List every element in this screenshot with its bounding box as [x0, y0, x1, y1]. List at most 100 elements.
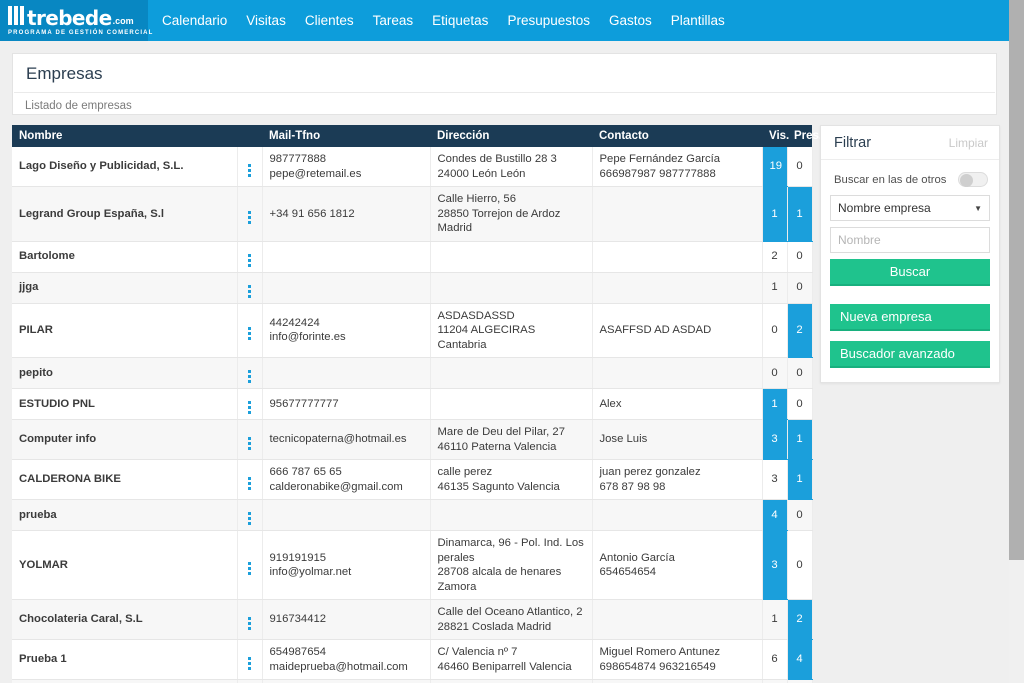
kebab-menu-icon[interactable] — [248, 163, 251, 177]
row-vis-count[interactable]: 19 — [762, 147, 788, 187]
row-vis-count[interactable]: 1 — [762, 186, 788, 242]
row-actions-menu[interactable] — [237, 241, 263, 273]
row-pres-count[interactable]: 0 — [787, 530, 813, 600]
row-actions-menu[interactable] — [237, 303, 263, 358]
nav-item-etiquetas[interactable]: Etiquetas — [432, 13, 488, 28]
kebab-menu-icon[interactable] — [248, 656, 251, 670]
row-vis-count[interactable]: 1 — [762, 599, 788, 640]
row-actions-menu[interactable] — [237, 679, 263, 683]
row-company-name[interactable]: PILAR — [12, 303, 238, 358]
kebab-menu-icon[interactable] — [248, 284, 251, 298]
row-actions-menu[interactable] — [237, 459, 263, 500]
row-vis-count[interactable]: 2 — [762, 679, 788, 683]
clear-filter-link[interactable]: Limpiar — [949, 136, 988, 150]
row-vis-count[interactable]: 1 — [762, 388, 788, 420]
table-row[interactable]: Chocolateria Caral, S.L 916734412 Calle de… — [12, 599, 813, 640]
row-company-name[interactable]: CALDERONA BIKE — [12, 459, 238, 500]
nav-item-tareas[interactable]: Tareas — [373, 13, 414, 28]
row-company-name[interactable]: jjga — [12, 272, 238, 304]
row-company-name[interactable]: Lago Diseño y Publicidad, S.L. — [12, 147, 238, 187]
table-row[interactable]: ESTUDIO PNL 95677777777 Alex 1 0 — [12, 388, 813, 420]
nav-item-gastos[interactable]: Gastos — [609, 13, 652, 28]
filter-text-input[interactable]: Nombre — [830, 227, 990, 253]
row-company-name[interactable]: Bartolome — [12, 241, 238, 273]
table-row[interactable]: pepito 0 0 — [12, 357, 813, 389]
row-company-name[interactable]: Legrand Group España, S.l — [12, 186, 238, 242]
row-pres-count[interactable]: 0 — [787, 679, 813, 683]
row-pres-count[interactable]: 4 — [787, 639, 813, 680]
row-vis-count[interactable]: 1 — [762, 272, 788, 304]
table-row[interactable]: BIRTAN, S.L 918140310infi@birtanfoot.comp… — [12, 679, 813, 683]
column-header-vis[interactable]: Vis. — [762, 125, 789, 147]
kebab-menu-icon[interactable] — [248, 512, 251, 525]
table-row[interactable]: Legrand Group España, S.l +34 91 656 1812… — [12, 186, 813, 242]
row-actions-menu[interactable] — [237, 147, 263, 187]
row-actions-menu[interactable] — [237, 639, 263, 680]
row-pres-count[interactable]: 0 — [787, 388, 813, 420]
page-scrollbar[interactable] — [1009, 0, 1024, 683]
column-header-direccion[interactable]: Dirección — [430, 125, 592, 147]
kebab-menu-icon[interactable] — [248, 253, 251, 267]
advanced-search-button[interactable]: Buscador avanzado — [830, 341, 990, 368]
table-row[interactable]: jjga 1 0 — [12, 272, 813, 304]
row-actions-menu[interactable] — [237, 530, 263, 600]
row-company-name[interactable]: pepito — [12, 357, 238, 389]
row-actions-menu[interactable] — [237, 499, 263, 531]
row-pres-count[interactable]: 1 — [787, 186, 813, 242]
row-actions-menu[interactable] — [237, 357, 263, 389]
row-vis-count[interactable]: 2 — [762, 241, 788, 273]
row-vis-count[interactable]: 6 — [762, 639, 788, 680]
table-row[interactable]: YOLMAR 919191915 info@yolmar.net Dinamarca,… — [12, 530, 813, 600]
row-pres-count[interactable]: 0 — [787, 272, 813, 304]
table-row[interactable]: PILAR 44242424 info@forinte.es ASDASDASSD 11… — [12, 303, 813, 358]
row-vis-count[interactable]: 0 — [762, 357, 788, 389]
kebab-menu-icon[interactable] — [248, 562, 251, 575]
row-vis-count[interactable]: 3 — [762, 530, 788, 600]
nav-item-visitas[interactable]: Visitas — [246, 13, 286, 28]
row-vis-count[interactable]: 0 — [762, 303, 788, 358]
search-others-toggle[interactable] — [958, 172, 988, 187]
kebab-menu-icon[interactable] — [248, 327, 251, 341]
row-actions-menu[interactable] — [237, 419, 263, 460]
kebab-menu-icon[interactable] — [248, 436, 251, 450]
row-pres-count[interactable]: 1 — [787, 459, 813, 500]
table-row[interactable]: CALDERONA BIKE 666 787 65 65 calderonabike… — [12, 459, 813, 500]
column-header-mail-tfno[interactable]: Mail-Tfno — [262, 125, 430, 147]
column-header-pres[interactable]: Pres. — [787, 125, 822, 147]
row-pres-count[interactable]: 1 — [787, 419, 813, 460]
table-row[interactable]: Prueba 1 654987654 maideprueba@hotmail.com… — [12, 639, 813, 680]
row-actions-menu[interactable] — [237, 599, 263, 640]
row-pres-count[interactable]: 0 — [787, 147, 813, 187]
nav-item-presupuestos[interactable]: Presupuestos — [507, 13, 590, 28]
table-row[interactable]: Bartolome 2 0 — [12, 241, 813, 273]
new-company-button[interactable]: Nueva empresa — [830, 304, 990, 331]
row-actions-menu[interactable] — [237, 272, 263, 304]
row-vis-count[interactable]: 4 — [762, 499, 788, 531]
row-pres-count[interactable]: 0 — [787, 241, 813, 273]
row-actions-menu[interactable] — [237, 388, 263, 420]
column-header-contacto[interactable]: Contacto — [592, 125, 762, 147]
row-actions-menu[interactable] — [237, 186, 263, 242]
kebab-menu-icon[interactable] — [248, 476, 251, 490]
kebab-menu-icon[interactable] — [248, 210, 251, 224]
kebab-menu-icon[interactable] — [248, 616, 251, 630]
row-company-name[interactable]: prueba — [12, 499, 238, 531]
row-company-name[interactable]: BIRTAN, S.L — [12, 679, 238, 683]
row-pres-count[interactable]: 2 — [787, 599, 813, 640]
table-row[interactable]: Lago Diseño y Publicidad, S.L. 987777888 p… — [12, 147, 813, 187]
nav-item-clientes[interactable]: Clientes — [305, 13, 354, 28]
row-vis-count[interactable]: 3 — [762, 459, 788, 500]
row-company-name[interactable]: Prueba 1 — [12, 639, 238, 680]
filter-field-select[interactable]: Nombre empresa ▼ — [830, 195, 990, 221]
row-company-name[interactable]: ESTUDIO PNL — [12, 388, 238, 420]
row-vis-count[interactable]: 3 — [762, 419, 788, 460]
table-row[interactable]: prueba 4 0 — [12, 499, 813, 531]
page-scrollbar-thumb[interactable] — [1009, 0, 1024, 560]
column-header-nombre[interactable]: Nombre — [12, 125, 237, 147]
row-pres-count[interactable]: 0 — [787, 357, 813, 389]
row-company-name[interactable]: YOLMAR — [12, 530, 238, 600]
app-logo[interactable]: trebede .com PROGRAMA DE GESTIÓN COMERCI… — [0, 0, 152, 41]
search-button[interactable]: Buscar — [830, 259, 990, 286]
row-pres-count[interactable]: 0 — [787, 499, 813, 531]
row-pres-count[interactable]: 2 — [787, 303, 813, 358]
